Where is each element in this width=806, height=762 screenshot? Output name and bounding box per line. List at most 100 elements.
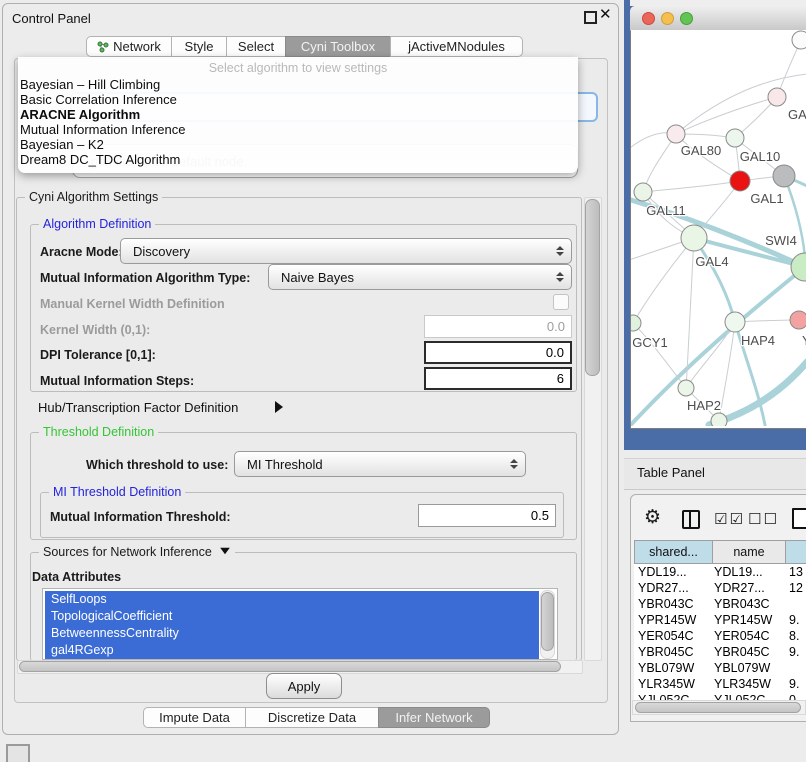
attribute-item[interactable]: gal4RGexp [45, 642, 539, 659]
network-node-gal80[interactable] [667, 125, 685, 143]
attributes-scrollbar-track[interactable] [540, 590, 555, 659]
network-node-gal4[interactable] [681, 225, 707, 251]
tab-label: Cyni Toolbox [301, 39, 375, 54]
table-row[interactable]: YBR043C YBR043C [634, 596, 806, 612]
deselect-all-icon[interactable]: ☐☐ [748, 510, 779, 528]
which-threshold-label: Which threshold to use: [86, 458, 228, 472]
table-cell: YDL19... [714, 565, 763, 579]
table-cell: YBR043C [638, 597, 694, 611]
mi-threshold-value: 0.5 [531, 508, 549, 523]
tab-network[interactable]: Network [86, 36, 172, 57]
which-threshold-combo[interactable]: MI Threshold [234, 451, 526, 477]
tab-style[interactable]: Style [171, 36, 227, 57]
minimize-traffic-light[interactable] [661, 12, 674, 25]
mi-threshold-group-title: MI Threshold Definition [49, 485, 185, 499]
close-panel-icon[interactable]: ✕ [599, 5, 612, 23]
table-header-name[interactable]: name [712, 540, 786, 564]
attribute-item[interactable]: BetweennessCentrality [45, 625, 539, 642]
mi-steps-field[interactable]: 6 [424, 367, 572, 390]
algorithm-option[interactable]: Bayesian – Hill Climbing [20, 77, 576, 92]
tab-select[interactable]: Select [226, 36, 286, 57]
gear-icon[interactable]: ⚙ [644, 506, 661, 528]
data-attributes-list[interactable]: SelfLoopsTopologicalCoefficientBetweenne… [42, 588, 558, 660]
manual-kernel-checkbox[interactable] [553, 294, 569, 310]
bottom-tab-impute-data[interactable]: Impute Data [143, 707, 246, 728]
file-icon[interactable] [792, 508, 806, 529]
table-cell: YER054C [714, 629, 770, 643]
network-node-gal1[interactable] [730, 171, 750, 191]
table-header-partial[interactable] [785, 540, 806, 564]
network-node[interactable] [773, 165, 795, 187]
settings-hscrollbar-thumb[interactable] [19, 661, 561, 672]
stepper-icon [556, 246, 564, 256]
collapse-arrow-icon[interactable] [221, 548, 231, 554]
network-node-label: Y [802, 333, 806, 348]
network-node-gal10[interactable] [726, 129, 744, 147]
minimized-panel-icon[interactable] [6, 744, 30, 762]
network-node[interactable] [792, 31, 806, 49]
network-canvas[interactable]: GALGAL80GAL10GAL1GAL11GAL4SWI4HAP4YGCY1H… [631, 30, 806, 426]
table-cell: 9. [789, 645, 799, 659]
network-node-gal[interactable] [768, 88, 786, 106]
threshold-definition-title: Threshold Definition [39, 425, 158, 439]
table-header-shared[interactable]: shared... [634, 540, 713, 564]
bottom-tabs: Impute DataDiscretize DataInfer Network [143, 707, 490, 730]
table-cell: YBR045C [714, 645, 770, 659]
network-node-y[interactable] [790, 311, 806, 329]
bottom-tab-infer-network[interactable]: Infer Network [378, 707, 490, 728]
apply-button[interactable]: Apply [266, 673, 342, 699]
network-window-titlebar[interactable] [630, 6, 806, 31]
algorithm-option[interactable]: ARACNE Algorithm [20, 107, 576, 122]
table-cell: YPR145W [638, 613, 696, 627]
table-row[interactable]: YBR045C YBR045C 9. [634, 644, 806, 660]
table-row[interactable]: YDR27...YDR27...12 [634, 580, 806, 596]
table-cell: YLR345W [714, 677, 771, 691]
table-cell: 9. [789, 613, 799, 627]
network-node-gal11[interactable] [634, 183, 652, 201]
dpi-tolerance-field[interactable]: 0.0 [424, 341, 572, 364]
sources-group-title: Sources for Network Inference [39, 545, 235, 559]
table-hscrollbar-thumb[interactable] [635, 702, 801, 713]
network-node-label: GAL10 [740, 149, 780, 164]
close-traffic-light[interactable] [642, 12, 655, 25]
tab-jactivemnodules[interactable]: jActiveMNodules [390, 36, 523, 57]
table-row[interactable]: YPR145WYPR145W9. [634, 612, 806, 628]
hub-definition-toggle[interactable]: Hub/Transcription Factor Definition [38, 400, 238, 415]
algorithm-definition-title: Algorithm Definition [39, 217, 155, 231]
expand-arrow-icon[interactable] [275, 401, 283, 413]
algorithm-option[interactable]: Dream8 DC_TDC Algorithm [20, 152, 576, 167]
table-row[interactable]: YLR345WYLR345W9. [634, 676, 806, 692]
mi-type-combo[interactable]: Naive Bayes [268, 264, 572, 290]
bottom-tab-discretize-data[interactable]: Discretize Data [245, 707, 379, 728]
table-row[interactable]: YER054CYER054C8. [634, 628, 806, 644]
zoom-traffic-light[interactable] [680, 12, 693, 25]
table-row[interactable]: YBL079WYBL079W [634, 660, 806, 676]
network-node[interactable] [711, 413, 727, 426]
mi-threshold-field[interactable]: 0.5 [418, 504, 556, 527]
attribute-item[interactable]: TopologicalCoefficient [45, 608, 539, 625]
select-all-icon[interactable]: ☑☑ [714, 510, 745, 528]
mi-steps-label: Mutual Information Steps: [40, 374, 194, 388]
table-cell: YBR045C [638, 645, 694, 659]
tab-label: Network [113, 39, 161, 54]
network-node-label: GAL [788, 107, 806, 122]
settings-vscrollbar-thumb[interactable] [585, 199, 600, 376]
tab-cyni-toolbox[interactable]: Cyni Toolbox [285, 36, 391, 57]
attributes-scrollbar-thumb[interactable] [541, 592, 554, 651]
kernel-width-field[interactable]: 0.0 [424, 315, 572, 338]
tab-label: jActiveMNodules [408, 39, 505, 54]
aracne-mode-combo[interactable]: Discovery [120, 238, 572, 264]
algorithm-option[interactable]: Bayesian – K2 [20, 137, 576, 152]
control-panel-title: Control Panel [12, 11, 91, 26]
algorithm-option[interactable]: Mutual Information Inference [20, 122, 576, 137]
control-panel-tabs: Network StyleSelect Cyni Toolbox jActiveMNo… [86, 36, 523, 59]
attribute-item[interactable]: SelfLoops [45, 591, 539, 608]
table-row[interactable]: YDL19...YDL19...13 [634, 564, 806, 580]
network-node-hap2[interactable] [678, 380, 694, 396]
float-panel-icon[interactable] [584, 11, 597, 24]
network-node-hap4[interactable] [725, 312, 745, 332]
columns-icon[interactable] [682, 510, 700, 529]
network-node-label: GCY1 [632, 335, 667, 350]
algorithm-option[interactable]: Basic Correlation Inference [20, 92, 576, 107]
table-cell: YBR043C [714, 597, 770, 611]
